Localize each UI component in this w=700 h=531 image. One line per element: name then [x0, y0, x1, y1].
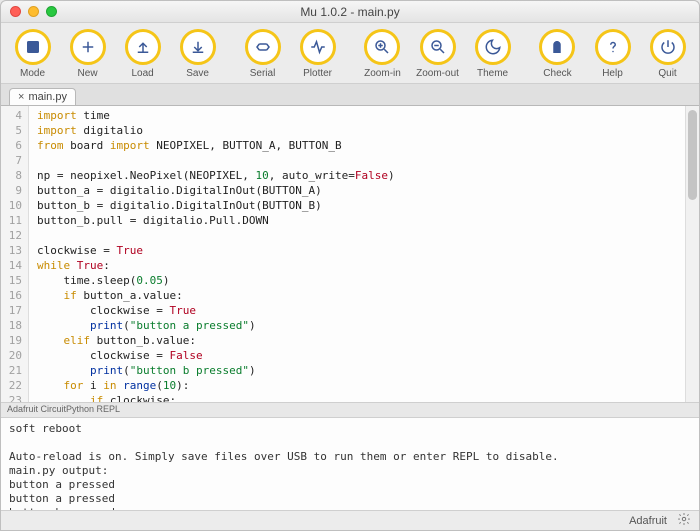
tab-mainpy[interactable]: × main.py	[9, 88, 76, 105]
toolbar-label: New	[78, 68, 98, 79]
toolbar-label: Load	[131, 68, 153, 79]
upload-icon	[125, 29, 161, 65]
line-gutter: 4567891011121314151617181920212223242526…	[1, 106, 29, 402]
toolbar-label: Plotter	[303, 68, 332, 79]
tab-close-icon[interactable]: ×	[18, 91, 24, 103]
serial-icon	[245, 29, 281, 65]
repl-pane[interactable]: soft reboot Auto-reload is on. Simply sa…	[1, 418, 699, 510]
gear-icon[interactable]	[677, 512, 691, 529]
editor-scrollbar[interactable]	[685, 106, 699, 402]
zoom-out-icon	[420, 29, 456, 65]
check-button[interactable]: Check	[532, 29, 583, 79]
code-editor[interactable]: 4567891011121314151617181920212223242526…	[1, 106, 699, 402]
help-icon	[595, 29, 631, 65]
theme-button[interactable]: Theme	[467, 29, 518, 79]
repl-line: button a pressed	[9, 478, 691, 492]
toolbar-label: Help	[602, 68, 623, 79]
plotter-button[interactable]: Plotter	[292, 29, 343, 79]
repl-title: Adafruit CircuitPython REPL	[1, 402, 699, 418]
status-board: Adafruit	[629, 515, 667, 527]
plus-icon	[70, 29, 106, 65]
toolbar-label: Check	[543, 68, 571, 79]
plotter-icon	[300, 29, 336, 65]
quit-button[interactable]: Quit	[642, 29, 693, 79]
serial-button[interactable]: Serial	[237, 29, 288, 79]
scrollbar-thumb[interactable]	[688, 110, 697, 200]
toolbar: Mode New Load Save Serial Plotter Zoom-in Zoom-…	[1, 23, 699, 84]
window-title: Mu 1.0.2 - main.py	[1, 5, 699, 19]
repl-line: button b pressed	[9, 506, 691, 510]
quit-icon	[650, 29, 686, 65]
toolbar-label: Zoom-in	[364, 68, 401, 79]
save-button[interactable]: Save	[172, 29, 223, 79]
repl-line: button a pressed	[9, 492, 691, 506]
repl-line: Auto-reload is on. Simply save files ove…	[9, 450, 691, 464]
toolbar-label: Save	[186, 68, 209, 79]
minimize-window-button[interactable]	[28, 6, 39, 17]
zoom-out-button[interactable]: Zoom-out	[412, 29, 463, 79]
repl-line	[9, 436, 691, 450]
titlebar: Mu 1.0.2 - main.py	[1, 1, 699, 23]
repl-line: soft reboot	[9, 422, 691, 436]
toolbar-label: Quit	[658, 68, 676, 79]
zoom-in-icon	[364, 29, 400, 65]
zoom-window-button[interactable]	[46, 6, 57, 17]
help-button[interactable]: Help	[587, 29, 638, 79]
toolbar-label: Theme	[477, 68, 508, 79]
tabbar: × main.py	[1, 84, 699, 106]
theme-icon	[475, 29, 511, 65]
mode-button[interactable]: Mode	[7, 29, 58, 79]
toolbar-label: Zoom-out	[416, 68, 459, 79]
mode-icon	[15, 29, 51, 65]
code-area[interactable]: import timeimport digitaliofrom board im…	[29, 106, 699, 402]
check-icon	[539, 29, 575, 65]
toolbar-label: Serial	[250, 68, 276, 79]
zoom-in-button[interactable]: Zoom-in	[357, 29, 408, 79]
repl-line: main.py output:	[9, 464, 691, 478]
load-button[interactable]: Load	[117, 29, 168, 79]
download-icon	[180, 29, 216, 65]
close-window-button[interactable]	[10, 6, 21, 17]
tab-filename: main.py	[28, 91, 67, 103]
new-button[interactable]: New	[62, 29, 113, 79]
toolbar-label: Mode	[20, 68, 45, 79]
statusbar: Adafruit	[1, 510, 699, 530]
